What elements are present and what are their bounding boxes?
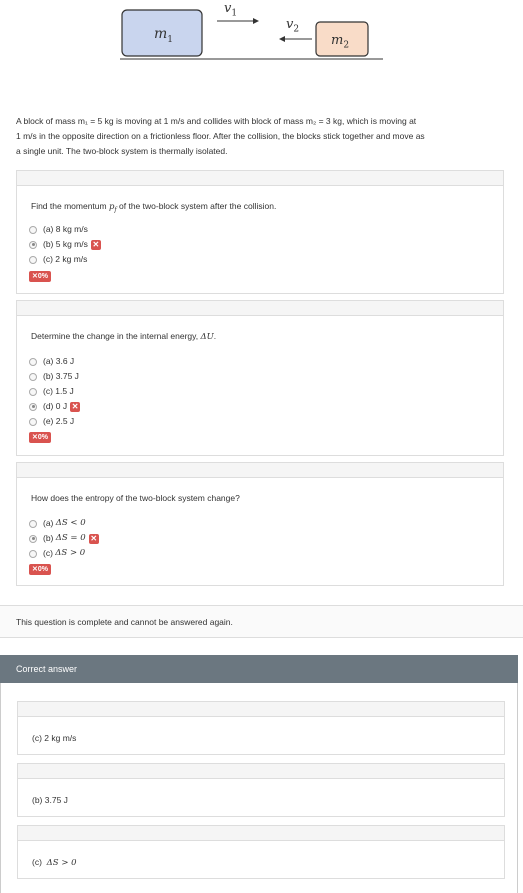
correct-answer-header: Correct answer xyxy=(0,655,518,683)
problem-line: A block of mass m₁ = 5 kg is moving at 1… xyxy=(16,116,417,126)
answer-option[interactable]: (c) 1.5 J xyxy=(29,384,74,399)
correct-answer-panel: (b) 3.75 J xyxy=(17,763,505,817)
radio-button[interactable] xyxy=(29,417,37,426)
answer-option[interactable]: (c) 2 kg m/s xyxy=(29,252,87,267)
v1-label: v1 xyxy=(224,1,238,19)
block-m1-label: m1 xyxy=(154,26,174,45)
radio-button[interactable] xyxy=(29,402,37,411)
question-prompt: Determine the change in the internal ene… xyxy=(31,331,217,342)
answer-option[interactable]: (a) ΔS < 0 xyxy=(29,516,86,531)
correct-answer-text: (c) 2 kg m/s xyxy=(32,733,77,743)
radio-button[interactable] xyxy=(29,534,37,543)
incorrect-icon: ✕ xyxy=(88,533,99,544)
problem-line: a single unit. The two-block system is t… xyxy=(16,146,228,156)
radio-button[interactable] xyxy=(29,240,37,249)
correct-answer-panel: (c) 2 kg m/s xyxy=(17,701,505,755)
complete-message: This question is complete and cannot be … xyxy=(16,617,233,627)
problem-line: 1 m/s in the opposite direction on a fri… xyxy=(16,131,425,141)
panel-header xyxy=(18,764,504,779)
question-prompt: Find the momentum pf of the two-block sy… xyxy=(31,201,277,214)
question-prompt: How does the entropy of the two-block sy… xyxy=(31,493,240,503)
correct-answer-title: Correct answer xyxy=(16,664,78,674)
problem-statement: A block of mass m₁ = 5 kg is moving at 1… xyxy=(16,114,508,159)
block-m2-label: m2 xyxy=(331,33,350,51)
collision-diagram xyxy=(120,9,383,60)
panel-header xyxy=(17,301,503,316)
score-badge: ✕0% xyxy=(29,271,51,282)
answer-option[interactable]: (a) 8 kg m/s xyxy=(29,222,88,237)
incorrect-icon: ✕ xyxy=(70,401,81,412)
radio-button[interactable] xyxy=(29,225,37,234)
answer-option[interactable]: (c) ΔS > 0 xyxy=(29,546,85,561)
incorrect-icon: ✕ xyxy=(90,239,101,250)
v2-label: v2 xyxy=(286,17,300,35)
radio-button[interactable] xyxy=(29,255,37,264)
answer-option[interactable]: (b) 3.75 J xyxy=(29,369,79,384)
radio-button[interactable] xyxy=(29,387,37,396)
question-panel-2: Determine the change in the internal ene… xyxy=(16,300,504,456)
panel-header xyxy=(17,171,503,186)
question-panel-3: How does the entropy of the two-block sy… xyxy=(16,462,504,586)
answer-option[interactable]: (a) 3.6 J xyxy=(29,354,74,369)
panel-header xyxy=(18,702,504,717)
answer-option[interactable]: (e) 2.5 J xyxy=(29,414,74,429)
panel-header xyxy=(18,826,504,841)
answer-option[interactable]: (b) ΔS = 0 ✕ xyxy=(29,531,99,546)
radio-button[interactable] xyxy=(29,357,37,366)
answer-option[interactable]: (b) 5 kg m/s ✕ xyxy=(29,237,101,252)
correct-answer-text: (b) 3.75 J xyxy=(32,795,68,805)
question-panel-1: Find the momentum pf of the two-block sy… xyxy=(16,170,504,294)
radio-button[interactable] xyxy=(29,372,37,381)
score-badge: ✕0% xyxy=(29,564,51,575)
panel-header xyxy=(17,463,503,478)
radio-button[interactable] xyxy=(29,519,37,528)
radio-button[interactable] xyxy=(29,549,37,558)
correct-answer-section: (c) 2 kg m/s (b) 3.75 J (c) ΔS > 0 xyxy=(0,683,518,893)
complete-notice: This question is complete and cannot be … xyxy=(0,605,523,638)
correct-answer-text: (c) ΔS > 0 xyxy=(32,857,77,868)
score-badge: ✕0% xyxy=(29,432,51,443)
answer-option[interactable]: (d) 0 J ✕ xyxy=(29,399,81,414)
correct-answer-panel: (c) ΔS > 0 xyxy=(17,825,505,879)
